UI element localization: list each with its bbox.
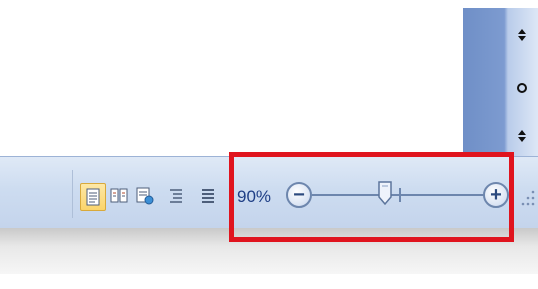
select-browse-object-button[interactable] [509, 77, 535, 99]
next-page-button[interactable] [509, 125, 535, 147]
print-layout-icon [86, 188, 100, 206]
next-page-icon [518, 130, 526, 142]
outline-icon [170, 189, 182, 203]
full-screen-reading-button[interactable] [107, 183, 131, 209]
zoom-controls-highlight [229, 152, 514, 242]
resize-grip-icon[interactable] [521, 186, 537, 212]
status-bar-separator [72, 170, 73, 218]
draft-button[interactable] [196, 183, 220, 209]
previous-page-icon [518, 29, 526, 41]
web-layout-button[interactable] [133, 183, 157, 209]
select-browse-object-icon [517, 83, 527, 93]
full-screen-reading-icon [110, 188, 128, 203]
web-layout-icon [136, 187, 154, 205]
draft-icon [202, 189, 214, 203]
print-layout-button[interactable] [80, 183, 106, 211]
previous-page-button[interactable] [509, 24, 535, 46]
outline-button[interactable] [164, 183, 188, 209]
